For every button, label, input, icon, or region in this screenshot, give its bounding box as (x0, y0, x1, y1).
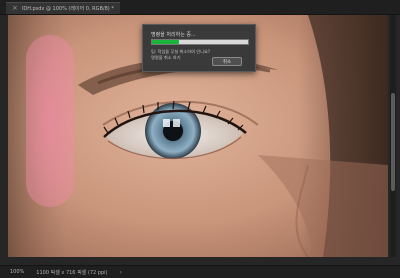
dialog-message: 팁: 작업을 무실 취소하여 인니요? 명령을 취소 하기 (151, 49, 211, 60)
progress-bar-fill (152, 40, 179, 44)
document-info: 1100 픽셀 x 716 픽셀 (72 ppi) (36, 269, 108, 276)
vertical-scrollbar[interactable] (390, 15, 396, 257)
close-tab-icon[interactable]: × (12, 5, 18, 12)
progress-bar (151, 39, 249, 45)
document-tab[interactable]: × IDH.psdx @ 100% (레이어 0, RGB/8) * (6, 2, 120, 14)
status-menu-arrow-icon[interactable]: › (119, 269, 121, 276)
status-bar: 100% 1100 픽셀 x 716 픽셀 (72 ppi) › (0, 265, 400, 278)
document-tab-bar: × IDH.psdx @ 100% (레이어 0, RGB/8) * (0, 0, 400, 15)
pink-brush-overlay (26, 35, 74, 207)
dialog-title: 명령을 처리하는 중... (151, 32, 196, 38)
photo-editor-window: × IDH.psdx @ 100% (레이어 0, RGB/8) * 명령을 처… (0, 0, 400, 278)
scrollbar-thumb[interactable] (391, 93, 395, 191)
zoom-level[interactable]: 100% (10, 269, 24, 275)
cancel-button[interactable]: 취소 (212, 57, 242, 66)
document-tab-title: IDH.psdx @ 100% (레이어 0, RGB/8) * (21, 6, 114, 12)
